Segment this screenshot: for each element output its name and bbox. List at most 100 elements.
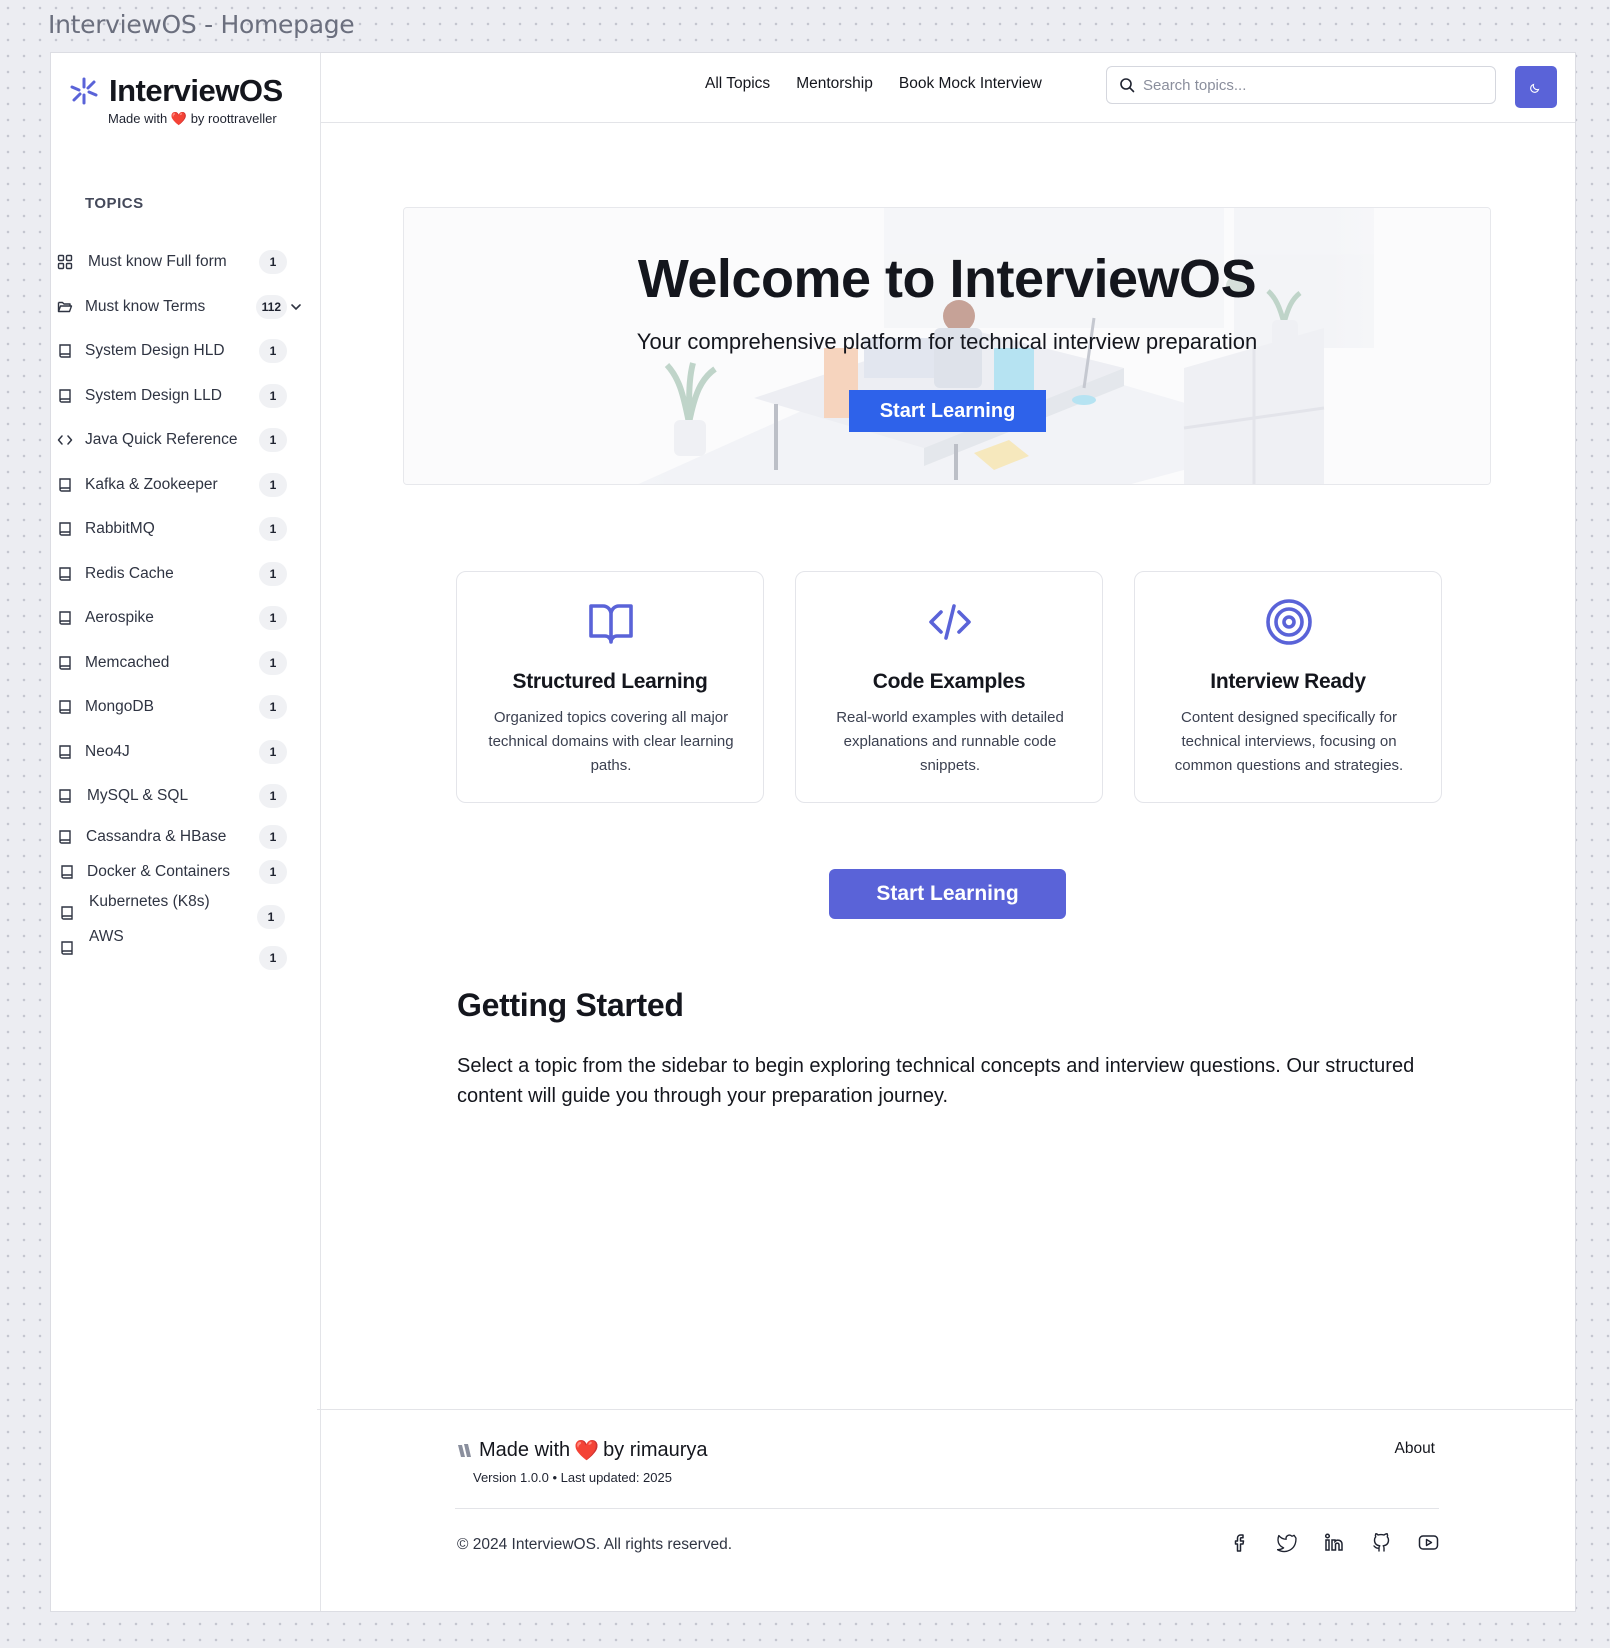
feature-title: Interview Ready bbox=[1210, 670, 1366, 693]
getting-started-title: Getting Started bbox=[457, 987, 684, 1023]
search-icon bbox=[1120, 78, 1135, 93]
book-icon bbox=[59, 789, 71, 803]
feature-title: Code Examples bbox=[872, 670, 1026, 693]
sidebar-item-cassandra-hbase[interactable]: Cassandra & HBase 1 bbox=[51, 820, 321, 854]
chevron-down-icon[interactable] bbox=[289, 300, 303, 314]
sidebar-item-redis-cache[interactable]: Redis Cache 1 bbox=[51, 557, 321, 591]
sidebar-item-mysql-sql[interactable]: MySQL & SQL 1 bbox=[51, 779, 321, 813]
brand[interactable]: InterviewOS Made with ❤️ by roottravelle… bbox=[69, 73, 283, 127]
facebook-icon[interactable] bbox=[1230, 1532, 1251, 1553]
count-badge: 1 bbox=[259, 384, 287, 408]
footer: Made with ❤️ by rimaurya Version 1.0.0 •… bbox=[317, 1409, 1573, 1613]
sidebar-item-label: System Design LLD bbox=[85, 387, 222, 404]
sidebar-item-rabbitmq[interactable]: RabbitMQ 1 bbox=[51, 512, 321, 546]
book-icon bbox=[61, 865, 73, 879]
feature-title: Structured Learning bbox=[512, 670, 708, 693]
sidebar-item-system-design-hld[interactable]: System Design HLD 1 bbox=[51, 334, 321, 368]
hero-subtitle: Your comprehensive platform for technica… bbox=[636, 329, 1258, 354]
sidebar-item-mongodb[interactable]: MongoDB 1 bbox=[51, 690, 321, 724]
feature-card-code-examples: Code Examples Real-world examples with d… bbox=[795, 571, 1103, 803]
folder-open-icon bbox=[57, 301, 73, 313]
code-icon bbox=[57, 435, 73, 445]
count-badge: 1 bbox=[259, 825, 287, 849]
sidebar-item-java-quick-reference[interactable]: Java Quick Reference 1 bbox=[51, 423, 321, 457]
sidebar: InterviewOS Made with ❤️ by roottravelle… bbox=[51, 53, 321, 1611]
count-badge: 1 bbox=[259, 250, 287, 274]
footer-divider bbox=[455, 1508, 1439, 1509]
book-icon bbox=[59, 611, 71, 625]
nav-link-book-mock-interview[interactable]: Book Mock Interview bbox=[899, 75, 1042, 93]
social-links bbox=[1230, 1532, 1439, 1553]
brand-tagline: Made with ❤️ by roottraveller bbox=[108, 111, 277, 126]
hero-banner: Welcome to InterviewOS Your comprehensiv… bbox=[403, 207, 1491, 485]
topics-section-label: TOPICS bbox=[85, 195, 144, 212]
book-icon bbox=[59, 344, 71, 358]
nav-link-mentorship[interactable]: Mentorship bbox=[796, 75, 873, 93]
count-badge: 1 bbox=[259, 473, 287, 497]
count-badge: 1 bbox=[259, 339, 287, 363]
hero-title: Welcome to InterviewOS bbox=[637, 249, 1257, 309]
nav-link-all-topics[interactable]: All Topics bbox=[705, 75, 770, 93]
book-icon bbox=[59, 700, 71, 714]
heart-icon: ❤️ bbox=[170, 111, 188, 126]
sidebar-item-label: AWS bbox=[89, 928, 124, 945]
book-icon bbox=[59, 389, 71, 403]
sidebar-item-neo4j[interactable]: Neo4J 1 bbox=[51, 735, 321, 769]
book-icon bbox=[59, 522, 71, 536]
sidebar-item-kubernetes[interactable]: Kubernetes (K8s) 1 bbox=[51, 893, 321, 929]
github-icon[interactable] bbox=[1371, 1532, 1392, 1553]
sidebar-item-label: Kafka & Zookeeper bbox=[85, 476, 218, 493]
moon-icon bbox=[1530, 83, 1540, 93]
feature-card-structured-learning: Structured Learning Organized topics cov… bbox=[456, 571, 764, 803]
sidebar-item-label: Docker & Containers bbox=[87, 863, 231, 880]
search-box[interactable] bbox=[1106, 66, 1496, 104]
app-window: InterviewOS Made with ❤️ by roottravelle… bbox=[50, 52, 1576, 1612]
frame-title: InterviewOS - Homepage bbox=[48, 10, 355, 39]
footer-about-link[interactable]: About bbox=[1394, 1440, 1435, 1458]
sidebar-item-aws[interactable]: AWS 1 bbox=[51, 928, 321, 970]
sparkle-logo-icon bbox=[70, 77, 98, 105]
book-icon bbox=[59, 567, 71, 581]
count-badge: 1 bbox=[259, 784, 287, 808]
sidebar-item-system-design-lld[interactable]: System Design LLD 1 bbox=[51, 379, 321, 413]
open-book-icon bbox=[589, 604, 633, 644]
brand-name: InterviewOS bbox=[109, 73, 283, 108]
search-input[interactable] bbox=[1143, 76, 1463, 94]
sidebar-item-aerospike[interactable]: Aerospike 1 bbox=[51, 601, 321, 635]
feature-description: Real-world examples with detailed explan… bbox=[836, 709, 1064, 774]
youtube-icon[interactable] bbox=[1418, 1532, 1439, 1553]
sidebar-item-memcached[interactable]: Memcached 1 bbox=[51, 646, 321, 680]
count-badge: 1 bbox=[259, 651, 287, 675]
count-badge: 1 bbox=[259, 740, 287, 764]
count-badge: 1 bbox=[259, 946, 287, 970]
footer-version: Version 1.0.0 • Last updated: 2025 bbox=[473, 1470, 672, 1485]
feature-description: Content designed specifically for techni… bbox=[1174, 709, 1404, 774]
heart-icon: ❤️ bbox=[574, 1440, 600, 1462]
sidebar-item-label: Must know Terms bbox=[85, 298, 206, 315]
hero-start-learning-button[interactable]: Start Learning bbox=[849, 390, 1046, 432]
feature-card-interview-ready: Interview Ready Content designed specifi… bbox=[1134, 571, 1442, 803]
brand-mark-icon bbox=[458, 1443, 471, 1457]
sidebar-item-kafka-zookeeper[interactable]: Kafka & Zookeeper 1 bbox=[51, 468, 321, 502]
footer-copyright: © 2024 InterviewOS. All rights reserved. bbox=[457, 1536, 733, 1553]
sidebar-item-label: Memcached bbox=[85, 654, 170, 671]
book-icon bbox=[61, 941, 73, 955]
count-badge: 1 bbox=[259, 860, 287, 884]
sidebar-item-label: Neo4J bbox=[85, 743, 130, 760]
start-learning-button[interactable]: Start Learning bbox=[829, 869, 1066, 919]
theme-toggle-button[interactable] bbox=[1515, 66, 1557, 108]
count-badge: 112 bbox=[255, 295, 287, 319]
count-badge: 1 bbox=[259, 428, 287, 452]
sidebar-item-label: Kubernetes (K8s) bbox=[89, 893, 210, 910]
count-badge: 1 bbox=[259, 517, 287, 541]
sidebar-item-must-know-terms[interactable]: Must know Terms 112 bbox=[51, 290, 321, 324]
twitter-icon[interactable] bbox=[1276, 1532, 1298, 1553]
sidebar-item-label: Redis Cache bbox=[85, 565, 174, 582]
book-icon bbox=[59, 656, 71, 670]
sidebar-item-label: Cassandra & HBase bbox=[86, 828, 227, 845]
footer-made-with: Made with ❤️ by rimaurya bbox=[455, 1438, 708, 1463]
linkedin-icon[interactable] bbox=[1324, 1532, 1345, 1553]
sidebar-item-docker-containers[interactable]: Docker & Containers 1 bbox=[51, 855, 321, 889]
sidebar-item-label: RabbitMQ bbox=[85, 520, 155, 537]
sidebar-item-must-know-full-form[interactable]: Must know Full form 1 bbox=[51, 245, 321, 279]
